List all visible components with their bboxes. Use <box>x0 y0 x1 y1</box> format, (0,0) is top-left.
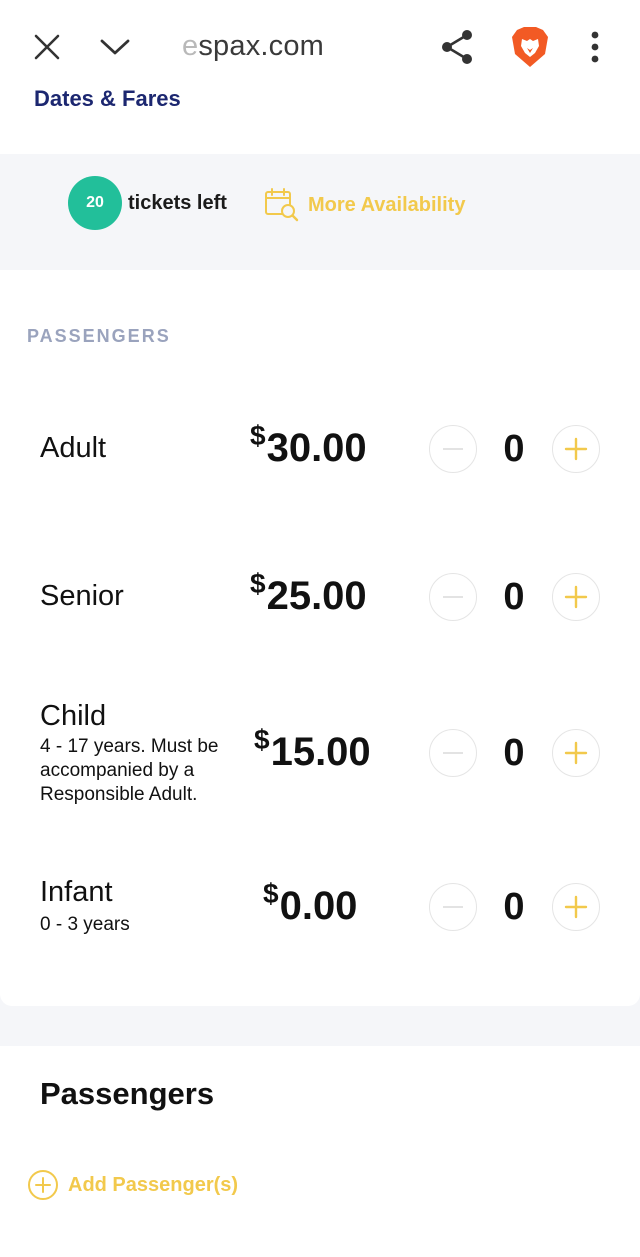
more-availability-label: More Availability <box>308 193 466 216</box>
currency-symbol: $ <box>250 420 266 451</box>
plus-icon <box>564 895 588 919</box>
more-availability-link[interactable]: More Availability <box>264 185 465 225</box>
minus-icon <box>443 906 463 908</box>
decrease-infant-button[interactable] <box>429 883 477 931</box>
minus-icon <box>443 448 463 450</box>
fare-price: $25.00 <box>250 568 367 619</box>
fare-price: $15.00 <box>254 724 371 775</box>
infant-quantity: 0 <box>503 886 525 928</box>
increase-adult-button[interactable] <box>552 425 600 473</box>
currency-symbol: $ <box>254 724 270 755</box>
close-tab-button[interactable] <box>22 22 72 72</box>
increase-infant-button[interactable] <box>552 883 600 931</box>
passengers-section: Passengers Add Passenger(s) <box>0 1046 640 1257</box>
tickets-left-label: tickets left <box>128 192 227 214</box>
fare-name: Child <box>40 700 107 732</box>
currency-symbol: $ <box>250 568 266 599</box>
share-icon <box>442 30 472 64</box>
increase-child-button[interactable] <box>552 729 600 777</box>
share-button[interactable] <box>432 22 482 72</box>
fare-price: $0.00 <box>263 878 358 929</box>
fare-name: Adult <box>40 432 107 464</box>
url-bar[interactable]: espax.com <box>182 30 324 63</box>
plus-icon <box>564 585 588 609</box>
brave-lion-icon <box>512 27 548 67</box>
add-circle-icon <box>28 1170 58 1200</box>
more-menu-button[interactable] <box>570 22 620 72</box>
currency-symbol: $ <box>263 878 279 909</box>
availability-bar: 20 tickets left More Availability <box>0 154 640 270</box>
url-faded-part: e <box>182 30 199 62</box>
brave-shields-button[interactable] <box>505 22 555 72</box>
plus-icon <box>564 437 588 461</box>
decrease-child-button[interactable] <box>429 729 477 777</box>
price-amount: 25.00 <box>266 574 367 618</box>
fare-price: $30.00 <box>250 420 367 471</box>
dates-fares-header: Dates & Fares <box>0 86 640 154</box>
price-amount: 15.00 <box>270 730 371 774</box>
close-icon <box>34 34 60 60</box>
plus-icon <box>564 741 588 765</box>
minus-icon <box>443 596 463 598</box>
minus-icon <box>443 752 463 754</box>
collapse-button[interactable] <box>90 22 140 72</box>
section-title: Dates & Fares <box>34 86 181 111</box>
passengers-section-label: PASSENGERS <box>27 326 171 346</box>
calendar-search-icon <box>265 188 299 222</box>
increase-senior-button[interactable] <box>552 573 600 621</box>
price-amount: 0.00 <box>279 884 358 928</box>
fare-name: Senior <box>40 580 124 612</box>
decrease-senior-button[interactable] <box>429 573 477 621</box>
fare-description: 4 - 17 years. Must be accompanied by a R… <box>40 736 219 805</box>
browser-toolbar: espax.com <box>0 0 640 92</box>
more-vert-icon <box>591 31 599 63</box>
passengers-title: Passengers <box>40 1076 215 1111</box>
add-passengers-label: Add Passenger(s) <box>68 1173 239 1196</box>
price-amount: 30.00 <box>266 426 367 470</box>
add-passengers-button[interactable]: Add Passenger(s) <box>27 1168 238 1202</box>
tickets-left-badge: 20 <box>68 176 122 230</box>
decrease-adult-button[interactable] <box>429 425 477 473</box>
senior-quantity: 0 <box>503 576 525 618</box>
fare-name: Infant <box>40 876 113 908</box>
chevron-down-icon <box>100 39 130 55</box>
url-domain: spax.com <box>198 30 325 62</box>
child-quantity: 0 <box>503 732 525 774</box>
adult-quantity: 0 <box>503 428 525 470</box>
fare-description: 0 - 3 years <box>40 914 130 935</box>
fare-selection-card: PASSENGERS Adult $30.00 0 Senior $25.00 … <box>0 270 640 1006</box>
